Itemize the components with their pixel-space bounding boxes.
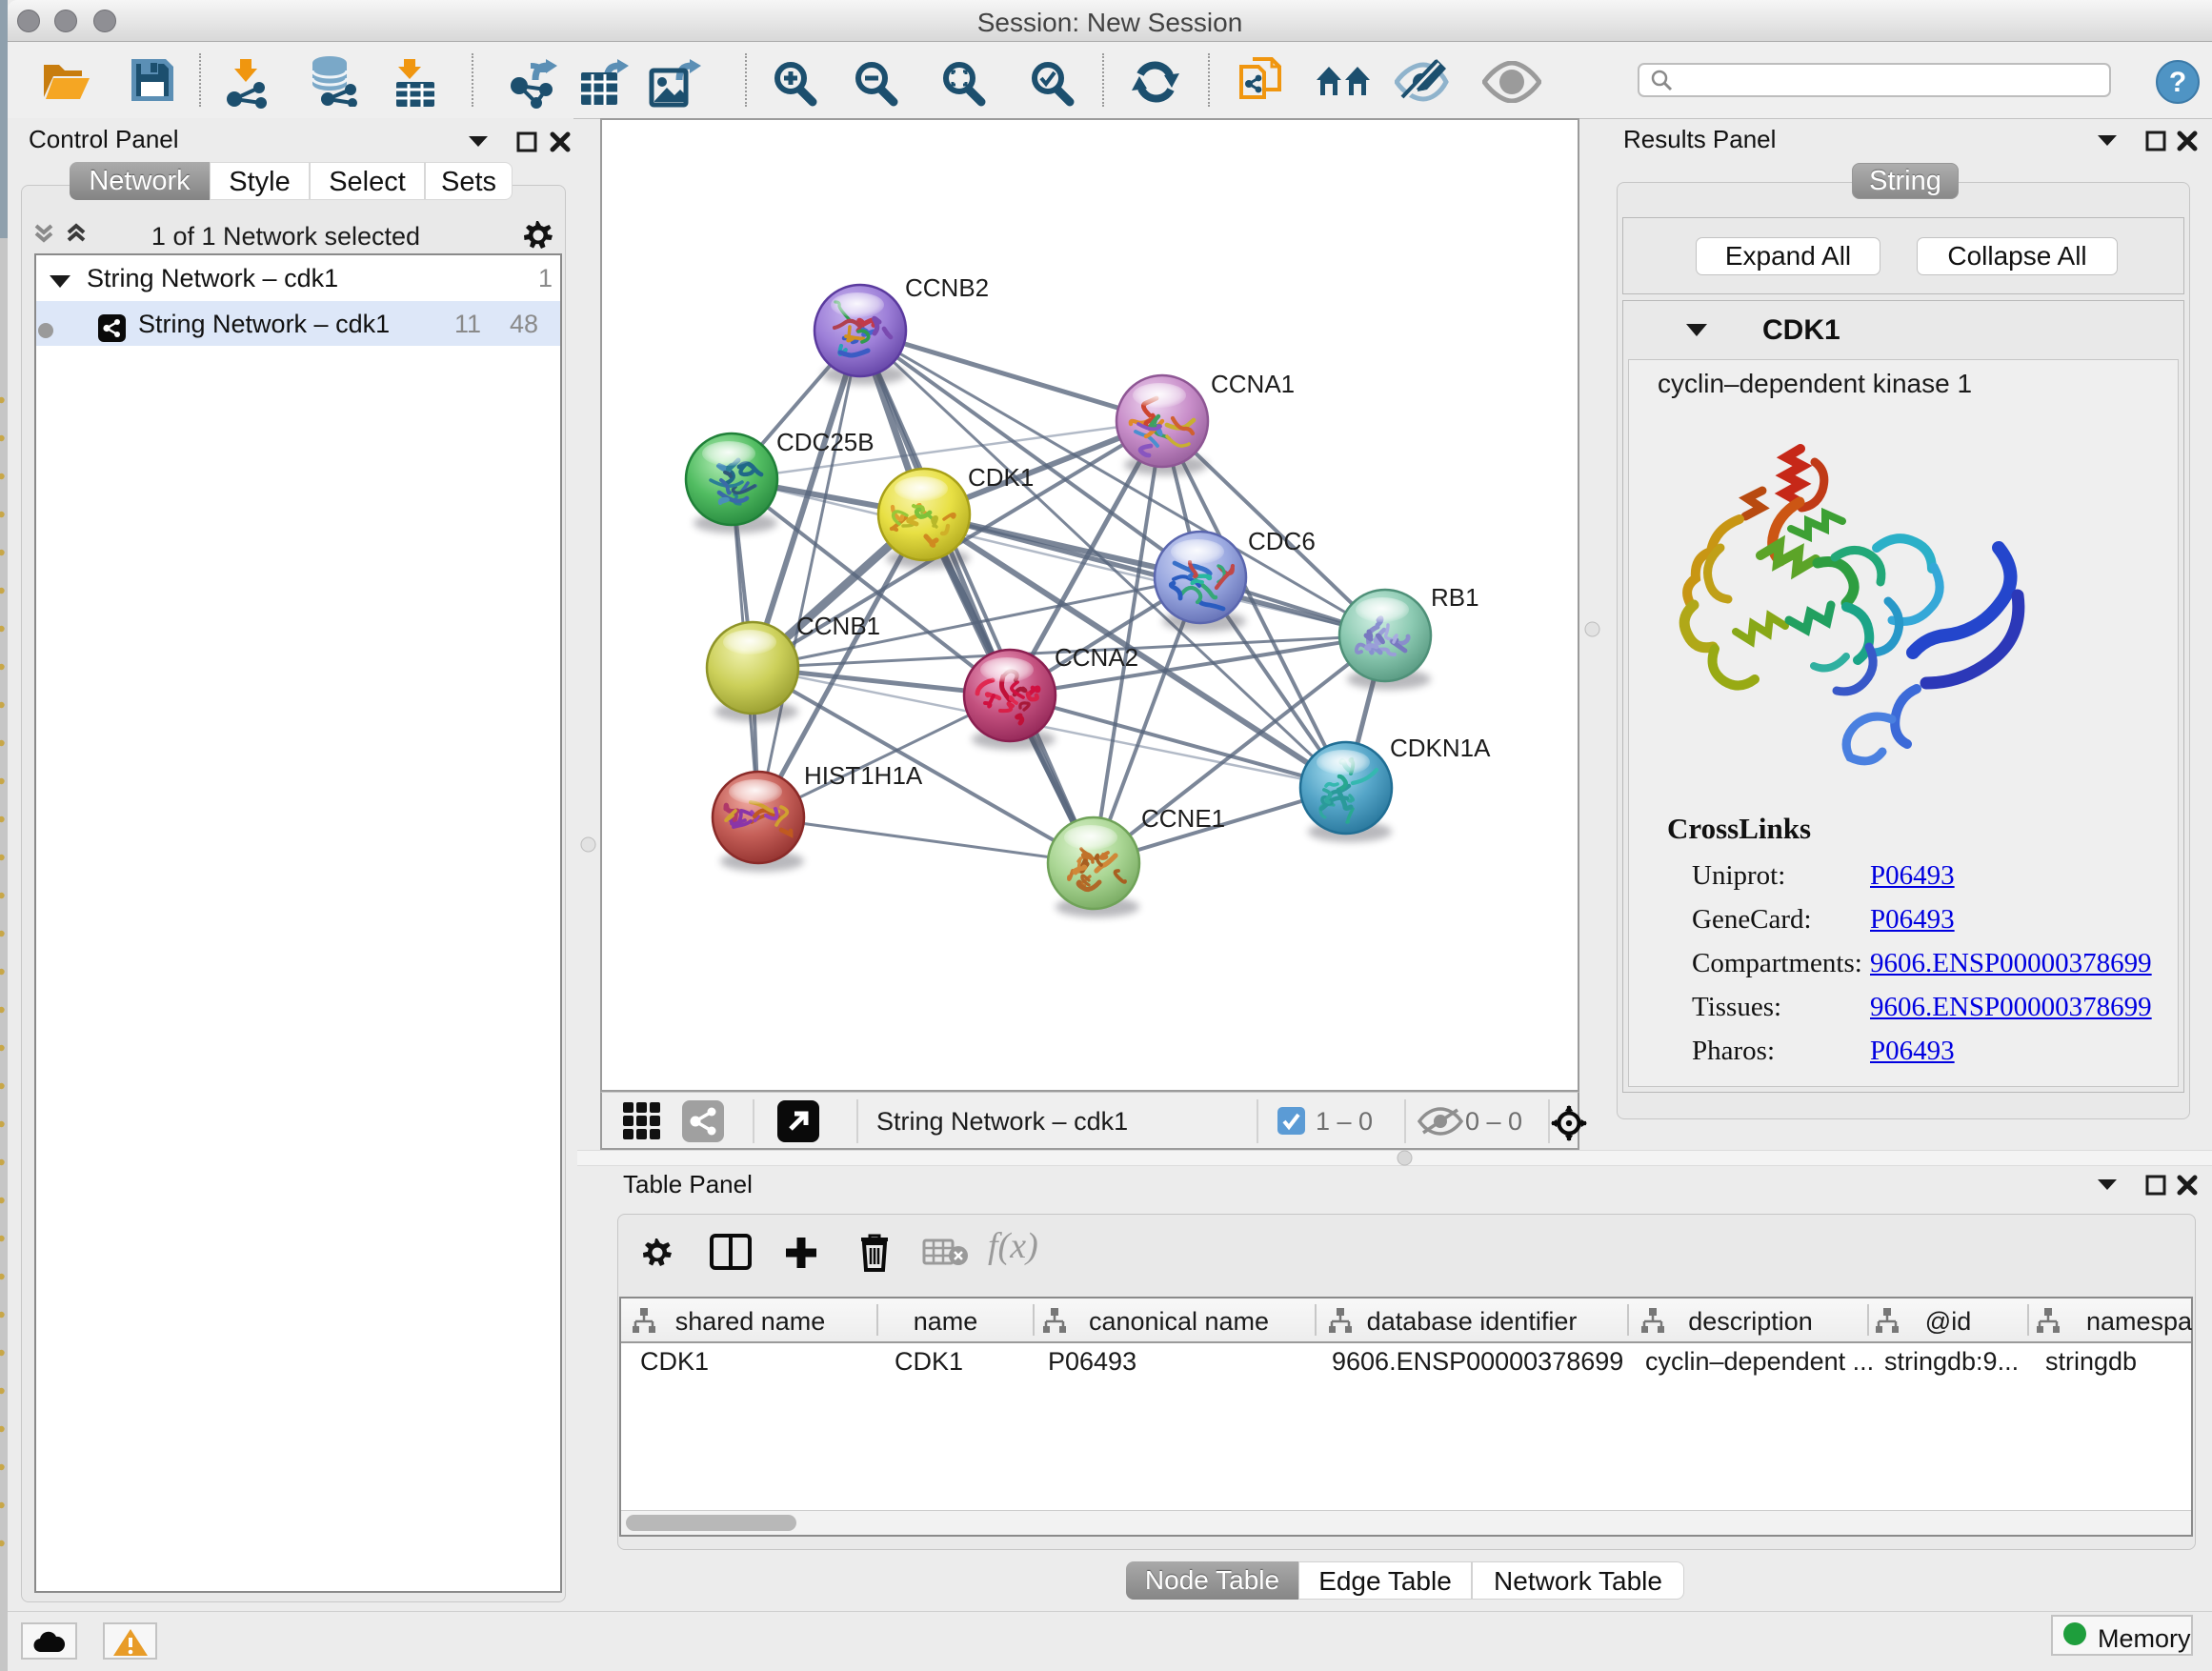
svg-text:CCNA2: CCNA2 xyxy=(1055,643,1138,672)
svg-text:CCNE1: CCNE1 xyxy=(1141,804,1225,833)
svg-text:CDK1: CDK1 xyxy=(968,463,1034,492)
svg-text:CCNA1: CCNA1 xyxy=(1211,370,1295,398)
svg-text:CCNB1: CCNB1 xyxy=(796,612,880,640)
svg-text:HIST1H1A: HIST1H1A xyxy=(804,761,923,790)
svg-text:RB1: RB1 xyxy=(1431,583,1479,612)
svg-text:CDC25B: CDC25B xyxy=(776,428,875,456)
svg-text:?: ? xyxy=(2169,67,2186,98)
svg-text:CDKN1A: CDKN1A xyxy=(1390,734,1491,762)
svg-text:CDC6: CDC6 xyxy=(1248,527,1316,555)
svg-text:CCNB2: CCNB2 xyxy=(905,273,989,302)
